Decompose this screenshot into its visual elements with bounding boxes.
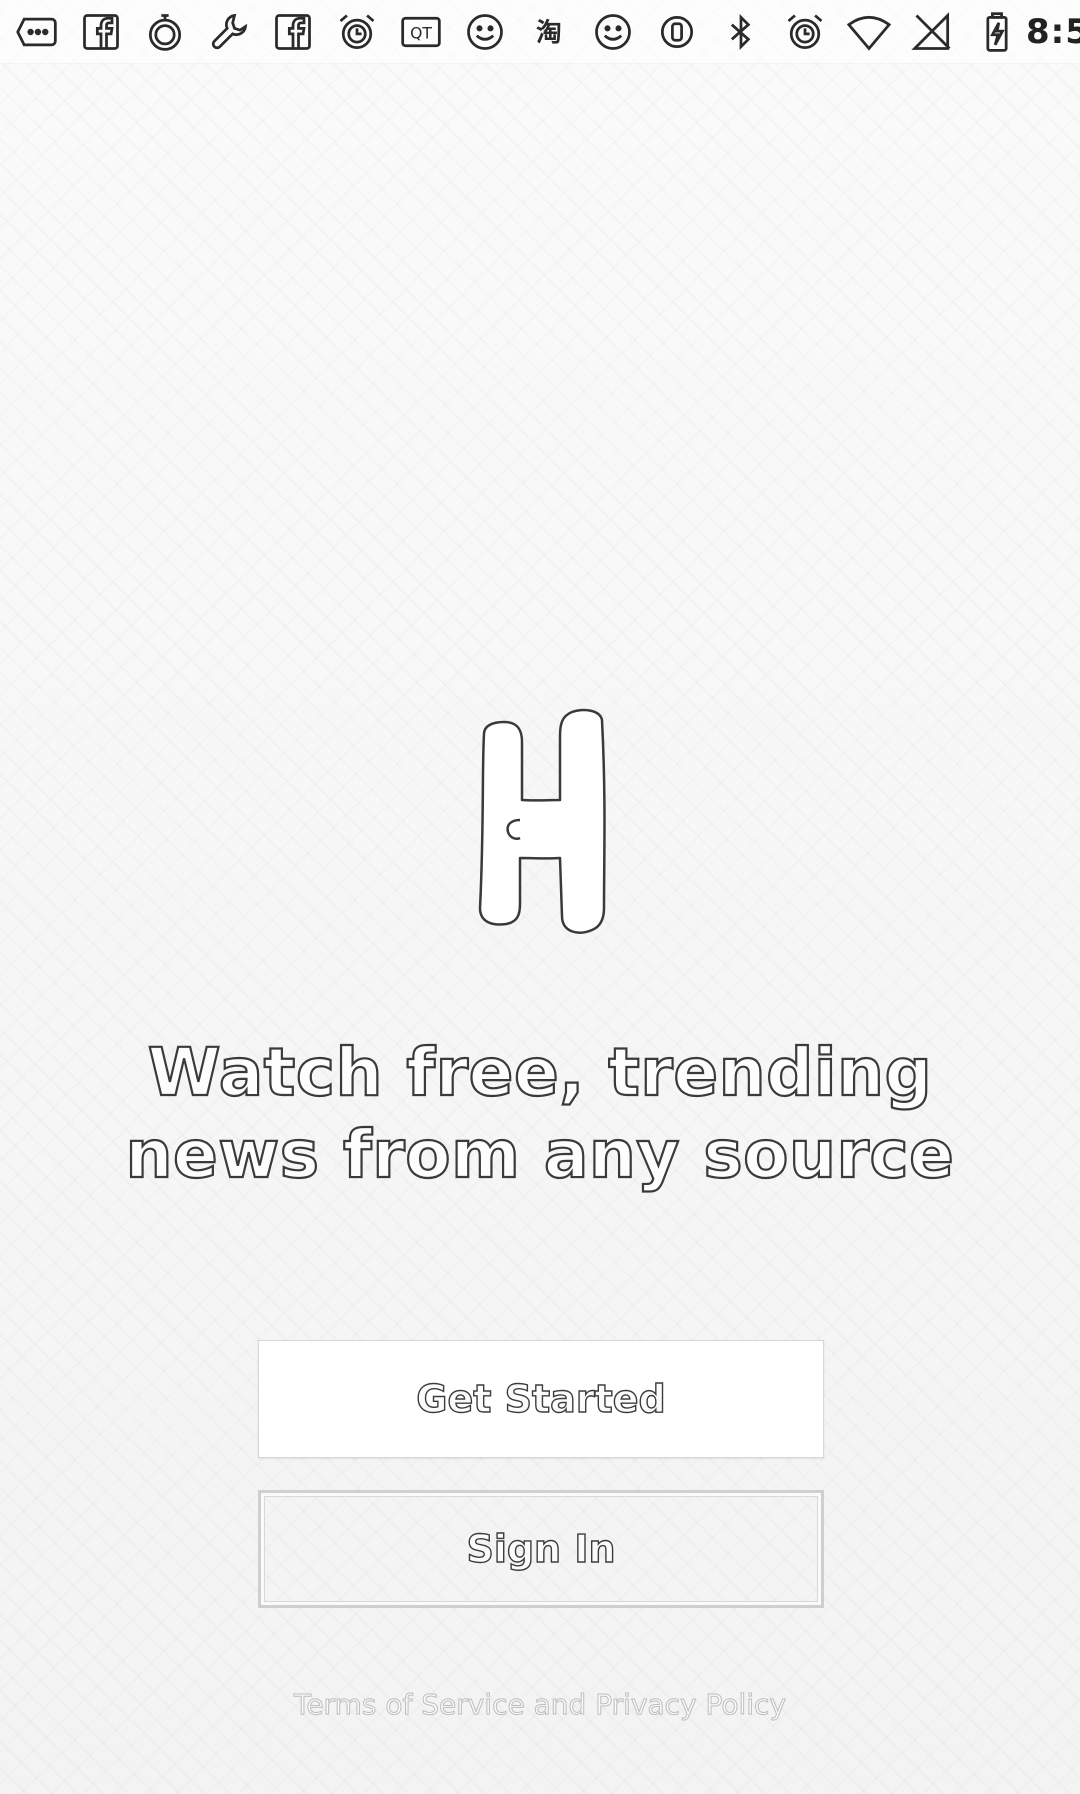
status-time: 8:53	[1026, 11, 1080, 52]
sign-in-button[interactable]: Sign In	[258, 1490, 824, 1608]
smiley-icon	[462, 9, 508, 55]
svg-text:QT: QT	[410, 24, 432, 42]
tagline-line-2: news from any source	[124, 1115, 955, 1194]
wrench-icon	[206, 9, 252, 55]
no-signal-icon	[910, 9, 956, 55]
facebook-icon	[270, 9, 316, 55]
alarm-icon	[334, 9, 380, 55]
tagline: Watch free, trending news from any sourc…	[120, 1032, 960, 1196]
svg-text:淘: 淘	[536, 18, 562, 48]
status-bar: QT 淘 8:53	[0, 0, 1080, 64]
stopwatch-icon	[142, 9, 188, 55]
more-notifications-icon	[14, 9, 60, 55]
taobao-icon: 淘	[526, 9, 572, 55]
smiley-icon	[590, 9, 636, 55]
get-started-label: Get Started	[416, 1376, 667, 1421]
wifi-icon	[846, 9, 892, 55]
h-logo-icon	[462, 708, 622, 940]
notification-icons: QT 淘	[14, 9, 1020, 55]
terms-privacy-link[interactable]: Terms of Service and Privacy Policy	[200, 1688, 880, 1722]
facebook-icon	[78, 9, 124, 55]
alarm-icon	[782, 9, 828, 55]
vibrate-icon	[654, 9, 700, 55]
battery-charging-icon	[974, 9, 1020, 55]
bluetooth-icon	[718, 9, 764, 55]
sign-in-label: Sign In	[466, 1526, 616, 1571]
get-started-button[interactable]: Get Started	[258, 1340, 824, 1458]
qt-icon: QT	[398, 9, 444, 55]
tagline-line-1: Watch free, trending	[147, 1033, 933, 1112]
